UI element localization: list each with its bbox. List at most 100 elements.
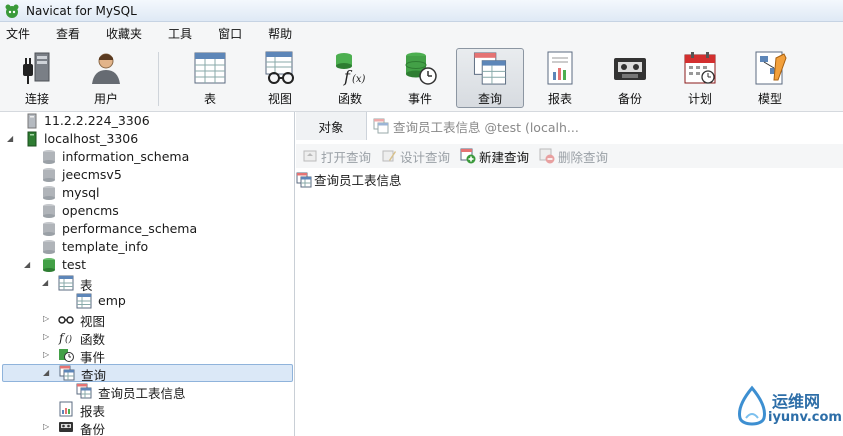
- collapse-arrow-icon[interactable]: ◢: [7, 135, 15, 143]
- watermark-en: iyunv.com: [768, 410, 842, 425]
- tab-bar: 对象 查询员工表信息 @test (localh...: [296, 112, 843, 140]
- tree-db-mysql[interactable]: mysql: [0, 184, 294, 202]
- window-title: Navicat for MySQL: [26, 3, 137, 18]
- menu-favorites[interactable]: 收藏夹: [106, 25, 142, 42]
- database-icon: [43, 222, 55, 236]
- report-icon: [59, 401, 73, 417]
- tree-db-performance-schema[interactable]: performance_schema: [0, 220, 294, 238]
- tree-group-views[interactable]: ▷ 视图: [0, 310, 294, 329]
- report-button[interactable]: 报表: [529, 48, 591, 108]
- table-icon: [58, 275, 74, 291]
- query-label: 查询: [477, 92, 502, 106]
- connect-button[interactable]: 连接: [6, 48, 68, 108]
- design-query-button[interactable]: 设计查询: [381, 147, 450, 166]
- tree-db-test[interactable]: ◢ test: [0, 256, 294, 274]
- design-query-label: 设计查询: [400, 149, 451, 165]
- connection-closed-icon: [27, 113, 37, 129]
- query-icon: [296, 172, 312, 187]
- tree-group-reports[interactable]: 报表: [0, 400, 294, 419]
- watermark-logo-icon: [738, 385, 766, 426]
- database-open-icon: [43, 258, 55, 272]
- backup-icon: [614, 58, 646, 80]
- tab-objects[interactable]: 对象: [296, 112, 366, 140]
- query-icon: [373, 118, 389, 134]
- query-icon: [473, 52, 507, 85]
- list-item[interactable]: 查询员工表信息: [296, 170, 402, 189]
- delete-query-label: 删除查询: [558, 149, 609, 165]
- tree-table-emp-label: emp: [98, 293, 126, 308]
- tree-db-label: information_schema: [62, 149, 190, 164]
- new-query-button[interactable]: 新建查询: [460, 147, 529, 166]
- view-button[interactable]: 视图: [249, 48, 311, 108]
- open-icon: [303, 150, 317, 162]
- table-button[interactable]: 表: [179, 48, 241, 108]
- connection-tree[interactable]: 11.2.2.224_3306 ◢ localhost_3306 informa…: [0, 112, 295, 436]
- view-label: 视图: [267, 92, 292, 106]
- tree-db-jeecmsv5[interactable]: jeecmsv5: [0, 166, 294, 184]
- navicat-logo-icon: [5, 4, 19, 18]
- tree-connection-localhost-label: localhost_3306: [44, 131, 139, 146]
- collapse-arrow-icon[interactable]: ◢: [24, 261, 32, 269]
- tree-db-opencms[interactable]: opencms: [0, 202, 294, 220]
- view-icon: [265, 51, 294, 84]
- schedule-button[interactable]: 计划: [669, 48, 731, 108]
- watermark-cn: 运维网: [772, 392, 821, 411]
- tree-db-label: opencms: [62, 203, 119, 218]
- tree-group-backups[interactable]: ▷ 备份: [0, 418, 294, 436]
- svg-text:(x): (x): [352, 74, 366, 85]
- tree-group-events[interactable]: ▷ 事件: [0, 346, 294, 365]
- function-button[interactable]: f (x) 函数: [319, 48, 381, 108]
- menu-view[interactable]: 查看: [56, 25, 80, 42]
- delete-query-button[interactable]: 删除查询: [539, 147, 608, 166]
- model-button[interactable]: 模型: [739, 48, 801, 108]
- tree-group-queries[interactable]: ◢ 查询: [2, 364, 293, 383]
- tree-group-functions[interactable]: ▷ f() 函数: [0, 328, 294, 347]
- tree-connection-remote-label: 11.2.2.224_3306: [44, 113, 150, 128]
- connect-icon: [23, 52, 50, 84]
- tree-connection-localhost[interactable]: ◢ localhost_3306: [0, 130, 294, 148]
- collapse-arrow-icon[interactable]: ◢: [42, 279, 50, 287]
- menu-file[interactable]: 文件: [6, 25, 30, 42]
- expand-arrow-icon[interactable]: ▷: [43, 315, 51, 323]
- tree-db-template-info[interactable]: template_info: [0, 238, 294, 256]
- event-icon: [405, 52, 437, 85]
- expand-arrow-icon[interactable]: ▷: [43, 333, 51, 341]
- menu-tools[interactable]: 工具: [168, 25, 192, 42]
- add-icon: [460, 148, 476, 164]
- connect-label: 连接: [24, 92, 49, 106]
- tree-connection-remote[interactable]: 11.2.2.224_3306: [0, 112, 294, 130]
- query-button[interactable]: 查询: [456, 48, 524, 108]
- tree-group-backups-label: 备份: [80, 422, 106, 436]
- tree-table-emp[interactable]: emp: [0, 292, 294, 310]
- glasses-icon: [58, 316, 74, 324]
- tree-query-item[interactable]: 查询员工表信息: [0, 382, 294, 401]
- schedule-label: 计划: [687, 92, 712, 106]
- backup-icon: [59, 422, 73, 432]
- tree-db-label: performance_schema: [62, 221, 198, 236]
- menu-window[interactable]: 窗口: [218, 25, 242, 42]
- event-button[interactable]: 事件: [389, 48, 451, 108]
- menu-bar: 文件 查看 收藏夹 工具 窗口 帮助: [0, 22, 843, 44]
- backup-button[interactable]: 备份: [599, 48, 661, 108]
- open-query-button[interactable]: 打开查询: [302, 147, 371, 166]
- function-label: 函数: [337, 92, 362, 106]
- expand-arrow-icon[interactable]: ▷: [43, 423, 51, 431]
- expand-arrow-icon[interactable]: ▷: [43, 351, 51, 359]
- tree-db-information-schema[interactable]: information_schema: [0, 148, 294, 166]
- list-item-label: 查询员工表信息: [314, 173, 402, 188]
- user-button[interactable]: 用户: [75, 48, 137, 108]
- tree-group-tables[interactable]: ◢ 表: [0, 274, 294, 293]
- tab-query-editor[interactable]: 查询员工表信息 @test (localh...: [366, 112, 843, 140]
- user-label: 用户: [93, 92, 118, 106]
- database-icon: [43, 168, 55, 182]
- calendar-icon: [684, 52, 716, 84]
- watermark: 运维网 iyunv.com: [732, 382, 842, 432]
- new-query-label: 新建查询: [479, 149, 530, 165]
- user-icon: [92, 53, 120, 84]
- tree-db-label: jeecmsv5: [62, 167, 122, 182]
- tree-db-label: template_info: [62, 239, 149, 254]
- menu-help[interactable]: 帮助: [268, 25, 292, 42]
- table-label: 表: [203, 92, 216, 106]
- collapse-arrow-icon[interactable]: ◢: [43, 369, 51, 377]
- object-toolbar: 打开查询 设计查询 新建查询 删除查询: [296, 144, 843, 168]
